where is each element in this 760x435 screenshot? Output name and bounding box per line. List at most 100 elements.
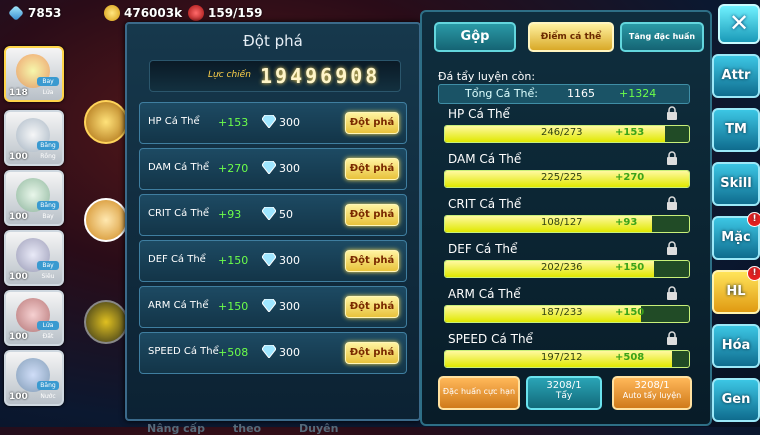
stat-progress-text: 246/273 [541,127,583,138]
cost-value: 300 [279,300,300,313]
stat-plus: +153 [218,116,249,129]
stat-progress-bar: 197/212 +508 [444,350,690,368]
equipment-orb[interactable] [84,100,128,144]
stat-progress-text: 225/225 [541,172,583,183]
stat-bonus: +150 [615,262,645,273]
stat-plus: +150 [218,300,249,313]
diamond-icon [8,5,24,21]
stat-row: HP Cá Thể 246/273 +153 [444,106,690,151]
lock-icon[interactable] [666,196,678,210]
stat-bonus: +93 [615,217,638,228]
stat-name: SPEED Cá Thể [148,346,219,357]
lock-icon[interactable] [666,286,678,300]
combat-power: Lực chiến 19496908 [149,60,401,92]
breakthrough-button[interactable]: Đột phá [345,112,399,134]
roster-slot[interactable]: Bay Siêu 100 [4,230,64,286]
pet-roster: Bay Lửa 118 Băng Rồng 100 Băng Bay 100 B… [0,28,64,427]
roster-slot[interactable]: Bay Lửa 118 [4,46,64,102]
stat-plus: +270 [218,162,249,175]
nav-attr-button[interactable]: Attr [712,54,760,98]
breakthrough-row: SPEED Cá Thể +508 300 Đột phá [139,332,407,374]
roster-slot[interactable]: Lửa Đất 100 [4,290,64,346]
cost-value: 50 [279,208,293,221]
stat-row: DAM Cá Thể 225/225 +270 [444,151,690,196]
stat-bonus: +150 [615,307,645,318]
training-panel: Gộp Điểm cá thể Tăng đặc huấn Đá tẩy luy… [420,10,712,426]
stat-name: DEF Cá Thể [148,254,206,265]
pet-level: 100 [9,272,28,282]
roster-slot[interactable]: Băng Nước 100 [4,350,64,406]
type-tag: Lửa [42,89,54,96]
wash-button[interactable]: 3208/1 Tẩy [526,376,602,410]
stat-name: CRIT Cá Thể [148,208,210,219]
nav-mặc-button[interactable]: Mặc! [712,212,760,260]
diamond-icon [262,115,276,128]
type-tag: Đất [42,333,54,340]
pet-level: 118 [9,88,28,98]
stat-plus: +508 [218,346,249,359]
tab-individual-points[interactable]: Điểm cá thể [528,22,614,52]
coin-icon [104,5,120,21]
energy-counter: 159/159 [188,4,262,22]
nav-tm-button[interactable]: TM [712,108,760,152]
type-tag: Băng [37,201,59,210]
lock-icon[interactable] [666,151,678,165]
potion-icon [188,5,204,21]
gem-counter: 7853 [8,4,61,22]
breakthrough-row: DEF Cá Thể +150 300 Đột phá [139,240,407,282]
diamond-icon [262,253,276,266]
type-tag: Bay [37,77,59,86]
type-tag: Nước [40,393,56,400]
breakthrough-button[interactable]: Đột phá [345,296,399,318]
breakthrough-button[interactable]: Đột phá [345,250,399,272]
stat-progress-text: 197/212 [541,352,583,363]
stat-row: DEF Cá Thể 202/236 +150 [444,241,690,286]
nav-gen-button[interactable]: Gen [712,378,760,422]
gear-orb[interactable] [84,300,128,344]
nav-skill-button[interactable]: Skill [712,162,760,206]
stat-progress-text: 108/127 [541,217,583,228]
stat-row: CRIT Cá Thể 108/127 +93 [444,196,690,241]
roster-slot[interactable]: Băng Bay 100 [4,170,64,226]
breakthrough-button[interactable]: Đột phá [345,342,399,364]
tab-merge[interactable]: Gộp [434,22,516,52]
breakthrough-button[interactable]: Đột phá [345,204,399,226]
stat-bonus: +270 [615,172,645,183]
training-subtitle: Đá tẩy luyện còn: [438,70,536,83]
breakthrough-panel: Đột phá Lực chiến 19496908 HP Cá Thể +15… [125,22,421,435]
lock-icon[interactable] [666,331,678,345]
extreme-training-button[interactable]: Đặc huấn cực hạn [438,376,520,410]
power-value: 19496908 [260,64,381,88]
stat-progress-bar: 246/273 +153 [444,125,690,143]
lock-icon[interactable] [666,241,678,255]
lock-icon[interactable] [666,106,678,120]
diamond-icon [262,299,276,312]
tab-special-training[interactable]: Tăng đặc huấn [620,22,704,52]
auto-wash-button[interactable]: 3208/1 Auto tẩy luyện [612,376,692,410]
close-icon: ✕ [728,9,750,37]
panel-title: Đột phá [243,32,303,50]
cost-value: 300 [279,162,300,175]
breakthrough-button[interactable]: Đột phá [345,158,399,180]
cost-value: 300 [279,346,300,359]
roster-slot[interactable]: Băng Rồng 100 [4,110,64,166]
diamond-icon [262,161,276,174]
type-tag: Băng [37,381,59,390]
close-button[interactable]: ✕ [718,4,760,44]
nav-hóa-button[interactable]: Hóa [712,324,760,368]
alert-badge-icon: ! [747,212,760,227]
ghost-tab: Duyên [299,422,339,435]
breakthrough-row: DAM Cá Thể +270 300 Đột phá [139,148,407,190]
stat-name: DEF Cá Thể [448,242,518,256]
total-value: 1165 [567,87,595,100]
bag-orb[interactable] [84,198,128,242]
stat-name: DAM Cá Thể [448,152,522,166]
nav-hl-button[interactable]: HL! [712,266,760,314]
stat-progress-text: 187/233 [541,307,583,318]
gold-counter: 476003k [104,4,182,22]
type-tag: Siêu [41,273,55,280]
stat-name: HP Cá Thể [148,116,200,127]
ghost-tab: Nâng cấp [147,422,205,435]
stat-name: SPEED Cá Thể [448,332,533,346]
stat-progress-bar: 108/127 +93 [444,215,690,233]
